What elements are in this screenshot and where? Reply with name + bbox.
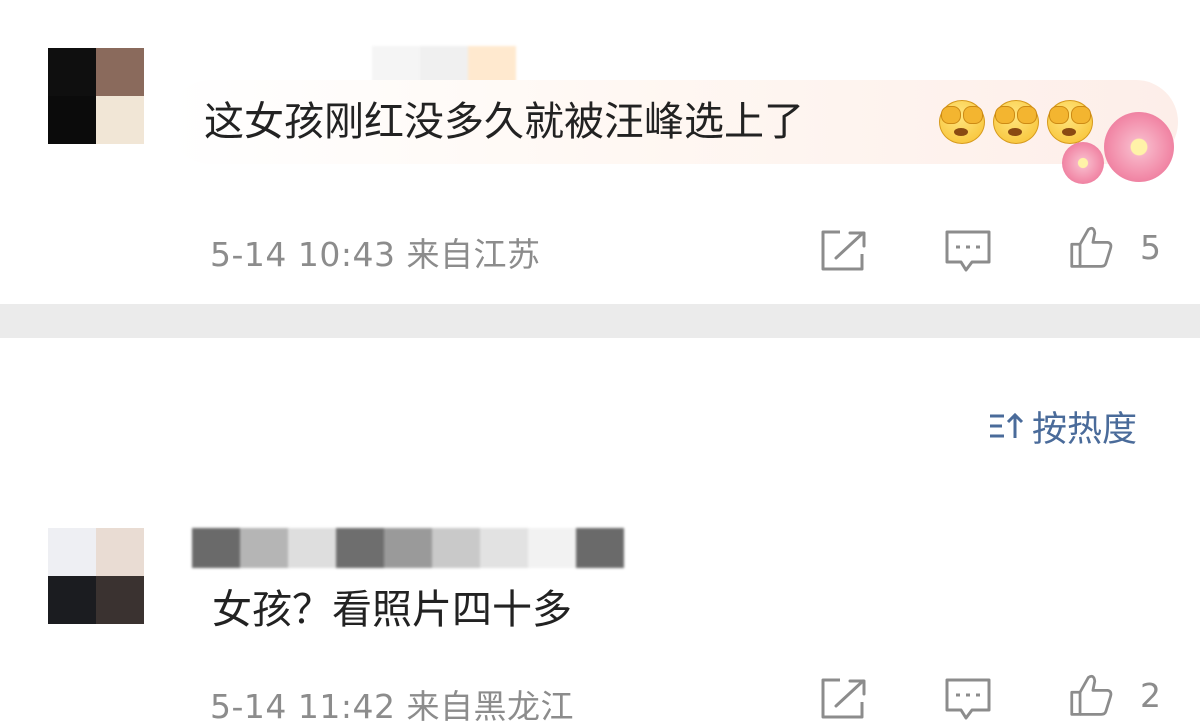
username-pixel: [480, 528, 528, 568]
comment-button[interactable]: [942, 228, 994, 274]
section-divider: [0, 304, 1200, 338]
username-pixel: [384, 528, 432, 568]
comment-location: 来自黑龙江: [406, 687, 574, 726]
username-pixel: [576, 528, 624, 568]
avatar-pixel: [96, 528, 144, 576]
comment-item: 女孩？看照片四十多 5-14 11:42 来自黑龙江 2: [0, 500, 1200, 726]
comment-button[interactable]: [942, 676, 994, 722]
username-pixel: [288, 528, 336, 568]
share-button[interactable]: [818, 228, 870, 274]
thumbs-up-icon: [1070, 226, 1113, 268]
comment-meta: 5-14 10:43 来自江苏: [210, 228, 541, 276]
username-pixel: [192, 528, 240, 568]
like-count: 5: [1140, 228, 1161, 267]
comment-meta: 5-14 11:42 来自黑龙江: [210, 680, 574, 728]
comment-text: 女孩？看照片四十多: [212, 587, 572, 633]
comment-icon: [945, 678, 991, 720]
avatar-pixel: [48, 528, 96, 576]
comment-time: 5-14 10:43: [210, 235, 396, 274]
username-pixel: [528, 528, 576, 568]
thumbs-up-icon: [1070, 674, 1113, 716]
sort-icon: [990, 412, 1024, 438]
avatar-pixel: [48, 48, 96, 96]
like-button[interactable]: [1066, 672, 1118, 718]
username-pixel: [336, 528, 384, 568]
comment-item: 这女孩刚红没多久就被汪峰选上了 5-14 10:43 来自江苏 5: [0, 0, 1200, 304]
comment-location: 来自江苏: [406, 235, 541, 274]
flower-icon: [1056, 108, 1182, 188]
sort-label: 按热度: [1032, 409, 1138, 450]
sort-button[interactable]: 按热度: [988, 404, 1137, 450]
username-blurred[interactable]: [192, 528, 624, 568]
comment-time: 5-14 11:42: [210, 687, 396, 726]
avatar-pixel: [48, 96, 96, 144]
see-no-evil-face-icon: [989, 98, 1041, 144]
share-icon: [821, 678, 866, 719]
username-pixel: [240, 528, 288, 568]
avatar[interactable]: [48, 48, 144, 144]
avatar-pixel: [96, 576, 144, 624]
avatar[interactable]: [48, 528, 144, 624]
avatar-pixel: [96, 48, 144, 96]
comment-text: 这女孩刚红没多久就被汪峰选上了: [204, 99, 804, 145]
share-icon: [821, 230, 866, 271]
avatar-pixel: [48, 576, 96, 624]
share-button[interactable]: [818, 676, 870, 722]
see-no-evil-face-icon: [935, 98, 987, 144]
avatar-pixel: [96, 96, 144, 144]
comment-icon: [945, 230, 991, 272]
username-pixel: [432, 528, 480, 568]
like-button[interactable]: [1066, 224, 1118, 270]
like-count: 2: [1140, 676, 1161, 715]
